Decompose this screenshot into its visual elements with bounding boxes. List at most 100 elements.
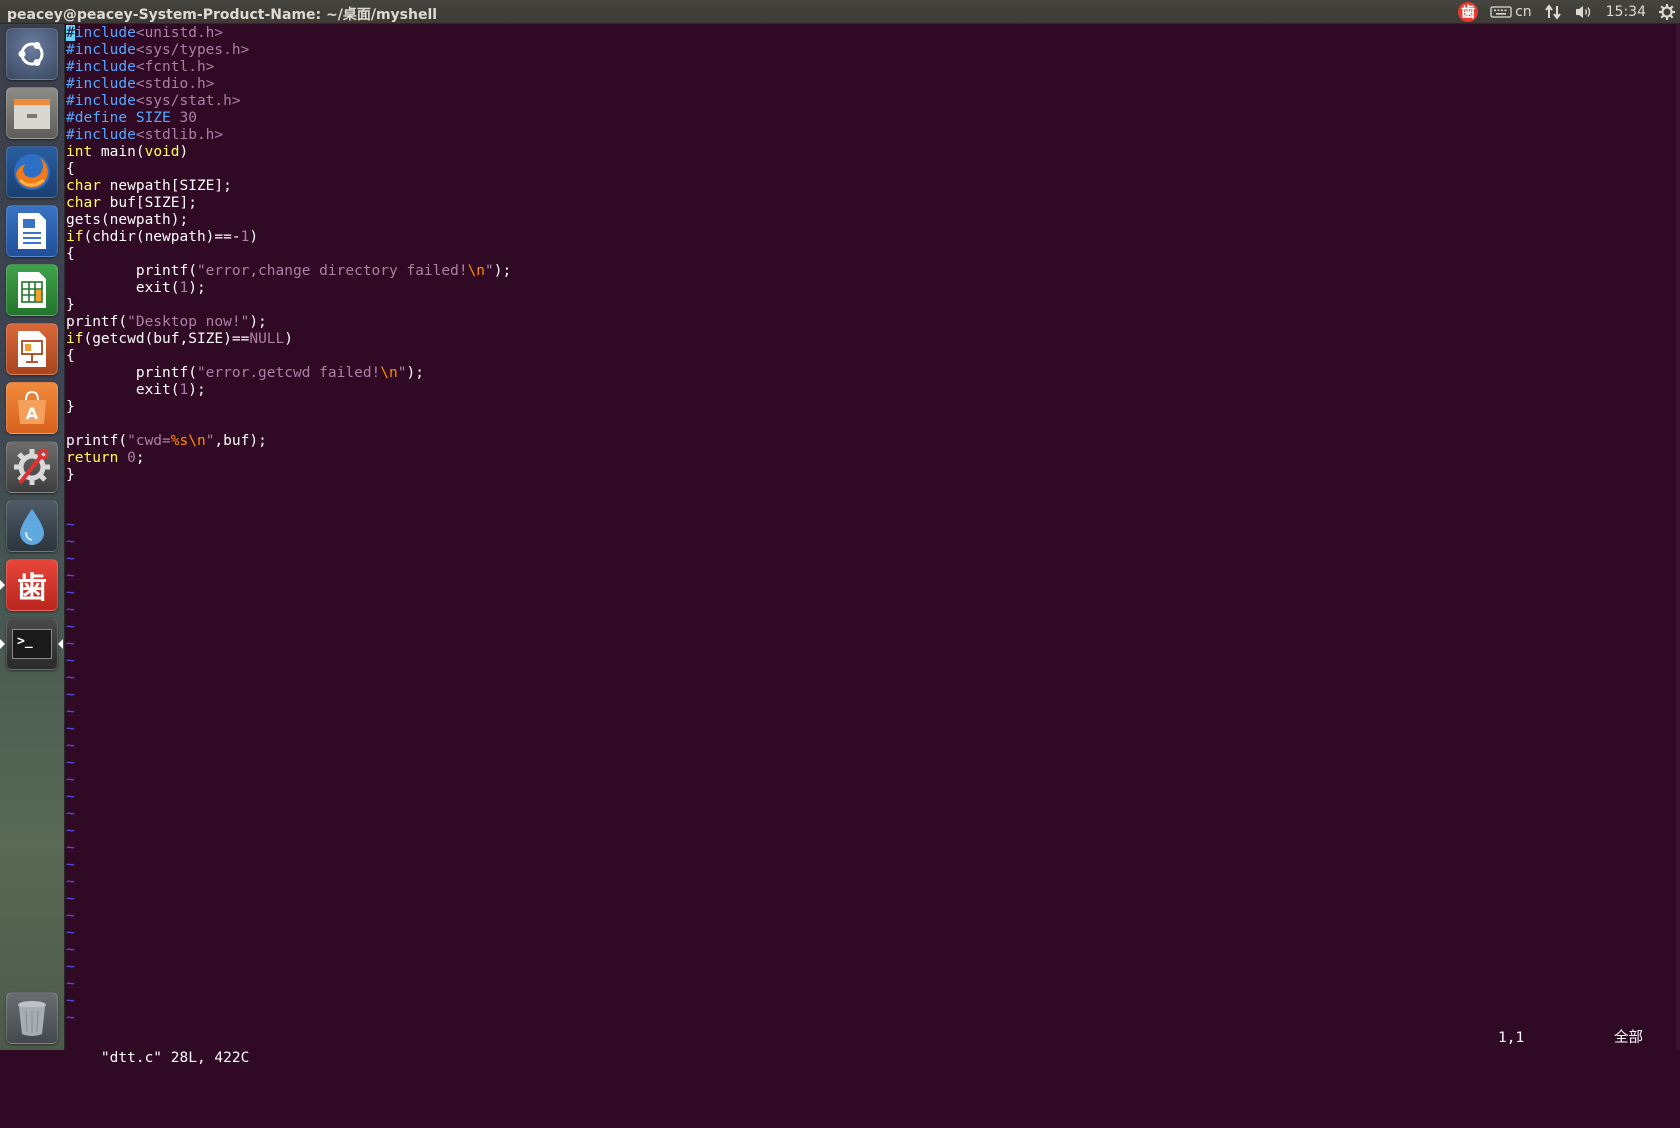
code-token: printf( xyxy=(66,365,197,381)
code-token: main( xyxy=(92,144,145,160)
code-token: <sys/stat.h> xyxy=(135,93,241,109)
trash-button[interactable] xyxy=(6,992,58,1044)
code-line[interactable]: if(getcwd(buf,SIZE)==NULL) xyxy=(66,331,511,348)
empty-line-marker: ~ xyxy=(66,789,75,805)
code-line[interactable]: printf("Desktop now!"); xyxy=(66,314,511,331)
code-line[interactable]: return 0; xyxy=(66,450,511,467)
clock[interactable]: 15:34 xyxy=(1606,4,1646,20)
code-line[interactable]: } xyxy=(66,399,511,416)
dash-button[interactable] xyxy=(6,28,58,80)
code-line[interactable]: } xyxy=(66,297,511,314)
code-token: ); xyxy=(493,263,512,279)
empty-line-marker: ~ xyxy=(66,976,75,992)
running-indicator xyxy=(0,639,5,649)
code-token: { xyxy=(66,348,75,364)
code-line[interactable]: exit(1); xyxy=(66,382,511,399)
volume-indicator[interactable] xyxy=(1574,4,1594,20)
files-button[interactable] xyxy=(6,87,58,139)
code-token: exit( xyxy=(66,280,180,296)
code-line[interactable]: #include<sys/types.h> xyxy=(66,42,511,59)
dash-icon xyxy=(18,42,44,66)
empty-line-marker: ~ xyxy=(66,857,75,873)
vim-status-line: "dtt.c" 28L, 422C 1,1 全部 xyxy=(66,1028,1671,1066)
terminal-window[interactable]: #include<unistd.h> #include<sys/types.h> #… xyxy=(65,24,1680,1066)
code-token: printf( xyxy=(66,263,197,279)
code-token: 1 xyxy=(179,280,189,296)
code-token: ) xyxy=(284,331,293,347)
code-line[interactable]: gets(newpath); xyxy=(66,212,511,229)
code-line[interactable]: printf("error.getcwd failed!\n"); xyxy=(66,365,511,382)
launcher: A 歯 >_ xyxy=(0,24,65,1050)
code-line[interactable]: #include<unistd.h> xyxy=(66,25,511,42)
code-line[interactable]: } xyxy=(66,467,511,484)
code-token: 1 xyxy=(179,382,189,398)
empty-line-marker: ~ xyxy=(66,959,75,975)
netease-music-indicator[interactable]: 歯 xyxy=(1458,2,1479,22)
code-line[interactable]: { xyxy=(66,161,511,178)
software-center-button[interactable]: A xyxy=(6,382,58,434)
netease-music-button[interactable]: 歯 xyxy=(6,559,58,611)
system-settings-button[interactable] xyxy=(6,441,58,493)
code-token: "cwd= xyxy=(127,433,171,449)
drop-app-button[interactable] xyxy=(6,500,58,552)
code-line[interactable]: printf("error,change directory failed!\n… xyxy=(66,263,511,280)
code-line[interactable]: exit(1); xyxy=(66,280,511,297)
code-token: <unistd.h> xyxy=(135,25,224,41)
focused-indicator xyxy=(58,639,63,649)
code-line[interactable]: printf("cwd=%s\n",buf); xyxy=(66,433,511,450)
code-token: <fcntl.h> xyxy=(135,59,215,75)
empty-line-marker: ~ xyxy=(66,806,75,822)
code-line[interactable]: #include<stdio.h> xyxy=(66,76,511,93)
code-token: void xyxy=(144,144,180,160)
volume-icon xyxy=(1575,6,1590,18)
code-line[interactable]: char newpath[SIZE]; xyxy=(66,178,511,195)
code-token: (getcwd(buf,SIZE)== xyxy=(83,331,250,347)
terminal-button[interactable]: >_ xyxy=(6,618,58,670)
empty-line-marker: ~ xyxy=(66,517,75,533)
impress-button[interactable] xyxy=(6,323,58,375)
code-token: <stdio.h> xyxy=(135,76,215,92)
code-token: <stdlib.h> xyxy=(135,127,224,143)
code-token: if xyxy=(66,331,84,347)
calc-button[interactable] xyxy=(6,264,58,316)
code-line[interactable]: #define SIZE 30 xyxy=(66,110,511,127)
empty-line-marker: ~ xyxy=(66,534,75,550)
text-cursor: # xyxy=(66,25,75,41)
network-indicator[interactable] xyxy=(1544,4,1562,20)
code-line[interactable]: char buf[SIZE]; xyxy=(66,195,511,212)
keyboard-indicator[interactable]: cn xyxy=(1490,4,1532,20)
code-line[interactable]: { xyxy=(66,246,511,263)
code-token: ,buf); xyxy=(214,433,267,449)
code-line[interactable]: { xyxy=(66,348,511,365)
code-token: SIZE xyxy=(135,110,171,126)
empty-line-marker: ~ xyxy=(66,551,75,567)
top-panel: peacey@peacey-System-Product-Name: ~/桌面/… xyxy=(0,0,1680,24)
code-token: ); xyxy=(406,365,424,381)
empty-line-marker: ~ xyxy=(66,636,75,652)
firefox-button[interactable] xyxy=(6,146,58,198)
code-buffer[interactable]: #include<unistd.h> #include<sys/types.h> #… xyxy=(66,25,511,484)
writer-icon xyxy=(18,213,46,249)
code-token: if xyxy=(66,229,84,245)
code-line[interactable]: #include<sys/stat.h> xyxy=(66,93,511,110)
code-line[interactable] xyxy=(66,416,511,433)
code-line[interactable]: #include<fcntl.h> xyxy=(66,59,511,76)
indicator-area: 歯 cn 15:34 xyxy=(1458,0,1676,24)
empty-line-marker: ~ xyxy=(66,840,75,856)
code-token: "error.getcwd failed! xyxy=(196,365,381,381)
code-token: " xyxy=(485,263,494,279)
session-indicator[interactable] xyxy=(1658,3,1676,21)
code-token: { xyxy=(66,161,75,177)
empty-line-marker: ~ xyxy=(66,568,75,584)
empty-line-marker: ~ xyxy=(66,755,75,771)
code-line[interactable]: #include<stdlib.h> xyxy=(66,127,511,144)
empty-line-marker: ~ xyxy=(66,942,75,958)
empty-line-marker: ~ xyxy=(66,772,75,788)
writer-button[interactable] xyxy=(6,205,58,257)
code-line[interactable]: int main(void) xyxy=(66,144,511,161)
empty-lines-area: ~ ~ ~ ~ ~ ~ ~ ~ ~ ~ ~ ~ ~ ~ ~ ~ ~ ~ ~ ~ ~ ~ ~ ~ ~ ~ ~ ~ ~ ~ xyxy=(66,517,75,1027)
code-line[interactable]: if(chdir(newpath)==-1) xyxy=(66,229,511,246)
scrollbar[interactable] xyxy=(1676,24,1680,1050)
code-token: NULL xyxy=(249,331,285,347)
keyboard-layout-label: cn xyxy=(1515,4,1532,20)
